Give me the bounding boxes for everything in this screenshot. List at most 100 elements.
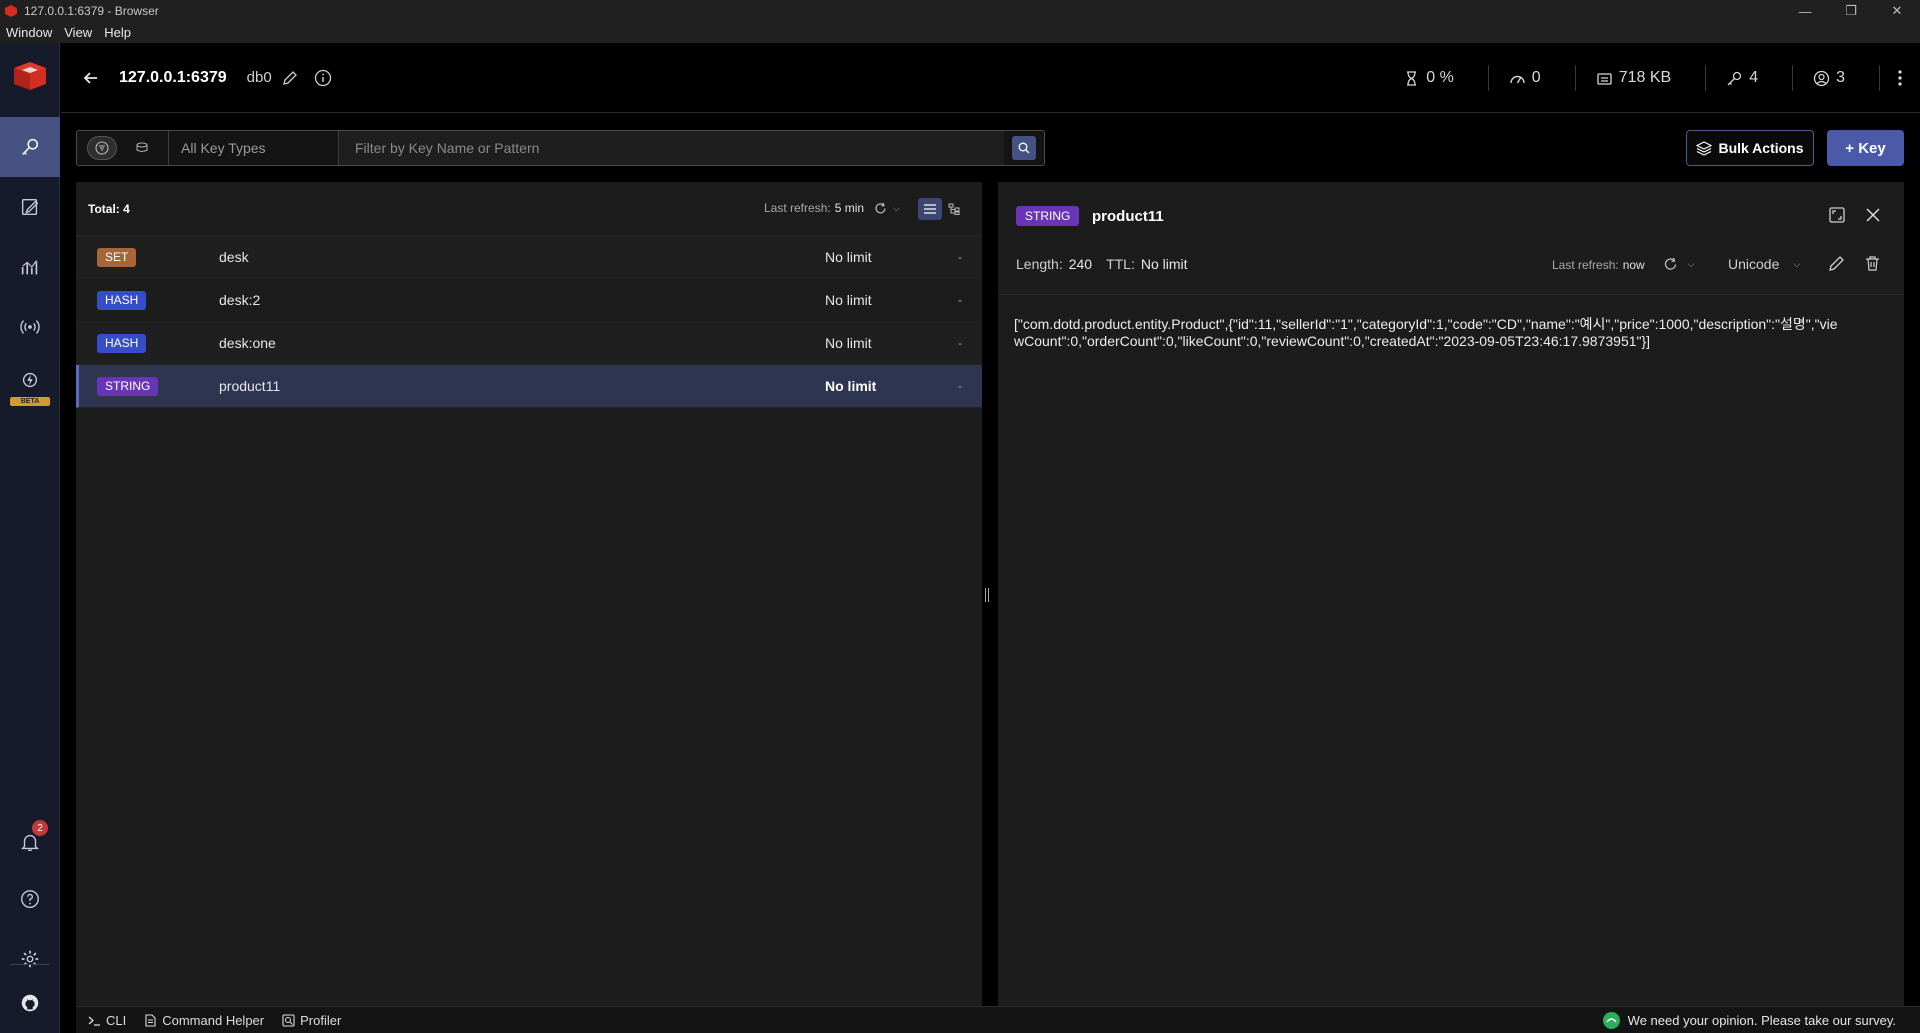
key-type-badge: STRING (1016, 206, 1080, 226)
stat-ops: 0 (1489, 65, 1576, 91)
profiler-search-icon (282, 1013, 295, 1027)
stat-ops-value: 0 (1531, 69, 1541, 86)
ttl-value[interactable]: No limit (1141, 256, 1188, 272)
list-view-button[interactable] (918, 198, 942, 220)
command-helper-button[interactable]: Command Helper (144, 1013, 264, 1028)
fullscreen-icon[interactable] (1828, 206, 1846, 224)
auto-refresh-chevron-down-icon[interactable]: ⌵ (1688, 259, 1695, 270)
format-value: Unicode (1728, 256, 1780, 272)
list-icon (924, 204, 936, 214)
last-refresh-label: Last refresh: (764, 201, 831, 215)
key-details-panel: STRING product11 Length: 240 TTL: No lim… (998, 182, 1904, 1006)
survey-icon (1602, 1012, 1620, 1029)
layers-icon (1696, 141, 1713, 156)
key-name-title[interactable]: product11 (1092, 208, 1164, 225)
terminal-icon (88, 1016, 100, 1026)
refresh-icon[interactable] (1663, 257, 1678, 272)
add-key-button[interactable]: + Key (1827, 130, 1904, 166)
key-row-selected[interactable]: STRING product11 No limit - (76, 365, 982, 408)
close-icon[interactable] (1864, 206, 1882, 224)
more-options-button[interactable] (1880, 70, 1920, 86)
search-button[interactable] (1012, 136, 1036, 160)
command-helper-label: Command Helper (162, 1012, 265, 1028)
stat-memory: 718 KB (1576, 65, 1707, 91)
profiler-label: Profiler (300, 1012, 342, 1028)
menu-window[interactable]: Window (6, 25, 52, 40)
sidebar-item-help[interactable] (0, 869, 60, 929)
format-select[interactable]: Unicode ⌵ (1728, 256, 1800, 272)
instance-host: 127.0.0.1:6379 (119, 68, 227, 86)
menu-view[interactable]: View (64, 25, 92, 40)
bulk-actions-button[interactable]: Bulk Actions (1686, 130, 1814, 166)
ttl-label: TTL: (1106, 256, 1135, 272)
profiler-button[interactable]: Profiler (282, 1013, 341, 1028)
pattern-search-mode[interactable] (87, 136, 118, 160)
edit-note-icon (21, 198, 39, 216)
stat-clients-value: 3 (1836, 69, 1845, 86)
bulk-actions-label: Bulk Actions (1718, 140, 1804, 156)
window-title: 127.0.0.1:6379 - Browser (24, 4, 159, 18)
close-window-button[interactable]: ✕ (1874, 0, 1920, 22)
key-search-input[interactable]: Filter by Key Name or Pattern (339, 131, 1004, 165)
stat-clients: 3 (1793, 65, 1880, 91)
bolt-gear-icon (22, 372, 38, 388)
search-mode-toggle (77, 131, 169, 165)
key-row[interactable]: SET desk No limit - (76, 236, 982, 279)
tree-icon (948, 203, 960, 215)
auto-refresh-chevron-down-icon[interactable]: ⌵ (893, 203, 900, 214)
redis-logo-icon[interactable] (10, 58, 50, 94)
trash-icon[interactable] (1864, 255, 1881, 272)
key-ttl: No limit (825, 335, 872, 351)
key-filter-bar: All Key Types Filter by Key Name or Patt… (76, 130, 1045, 166)
key-type-badge: SET (97, 247, 137, 267)
menu-help[interactable]: Help (104, 25, 131, 40)
last-refresh-label: Last refresh: (1552, 257, 1619, 272)
pencil-icon[interactable] (1828, 255, 1845, 272)
pencil-icon[interactable] (282, 70, 298, 86)
sidebar-item-browser[interactable] (0, 117, 60, 177)
analytics-icon (21, 260, 38, 275)
vector-search-mode[interactable] (128, 136, 158, 160)
last-refresh-value: 5 min (834, 201, 865, 215)
chevron-down-icon: ⌵ (1793, 258, 1801, 269)
user-circle-icon (1813, 70, 1830, 86)
length-label: Length: (1016, 256, 1063, 272)
beta-tag: BETA (10, 397, 50, 406)
length-value: 240 (1068, 256, 1093, 272)
survey-link[interactable]: We need your opinion. Please take our su… (1602, 1012, 1896, 1029)
key-ttl: No limit (825, 249, 872, 265)
minimize-button[interactable]: — (1782, 0, 1828, 22)
stat-cpu: 0 % (1383, 65, 1489, 91)
sidebar-item-github[interactable] (0, 973, 60, 1033)
back-arrow-icon[interactable] (81, 68, 101, 88)
key-type-badge: STRING (97, 376, 159, 396)
key-row[interactable]: HASH desk:2 No limit - (76, 279, 982, 322)
cli-button[interactable]: CLI (88, 1013, 126, 1028)
sidebar-item-triggers-beta[interactable]: BETA (0, 357, 60, 417)
help-icon (21, 890, 39, 908)
stat-keys: 4 (1706, 65, 1794, 91)
panel-resize-handle[interactable] (985, 588, 989, 602)
sidebar-item-pubsub[interactable] (0, 297, 60, 357)
key-type-select[interactable]: All Key Types (169, 131, 339, 165)
notification-badge: 2 (32, 820, 48, 836)
stat-memory-value: 718 KB (1618, 69, 1672, 86)
window-titlebar: 127.0.0.1:6379 - Browser — ❐ ✕ (0, 0, 1920, 22)
sidebar-divider (10, 964, 50, 965)
info-icon[interactable] (314, 69, 332, 87)
sidebar-item-analysis[interactable] (0, 237, 60, 297)
key-list-panel: Total: 4 Last refresh: 5 min ⌵ SET desk … (76, 182, 982, 1006)
key-meta: Length: 240 TTL: No limit (1016, 256, 1202, 272)
refresh-icon[interactable] (874, 202, 887, 215)
key-list-header: Total: 4 Last refresh: 5 min ⌵ (76, 182, 982, 236)
filter-icon (95, 141, 109, 155)
memory-icon (1597, 72, 1612, 85)
key-row[interactable]: HASH desk:one No limit - (76, 322, 982, 365)
key-value-text[interactable]: ["com.dotd.product.entity.Product",{"id"… (1014, 316, 1844, 350)
sidebar-item-notifications[interactable]: 2 (0, 812, 60, 872)
survey-text: We need your opinion. Please take our su… (1627, 1013, 1896, 1028)
sidebar-item-workbench[interactable] (0, 177, 60, 237)
key-type-badge: HASH (97, 333, 147, 353)
tree-view-button[interactable] (942, 198, 966, 220)
maximize-button[interactable]: ❐ (1828, 0, 1874, 22)
